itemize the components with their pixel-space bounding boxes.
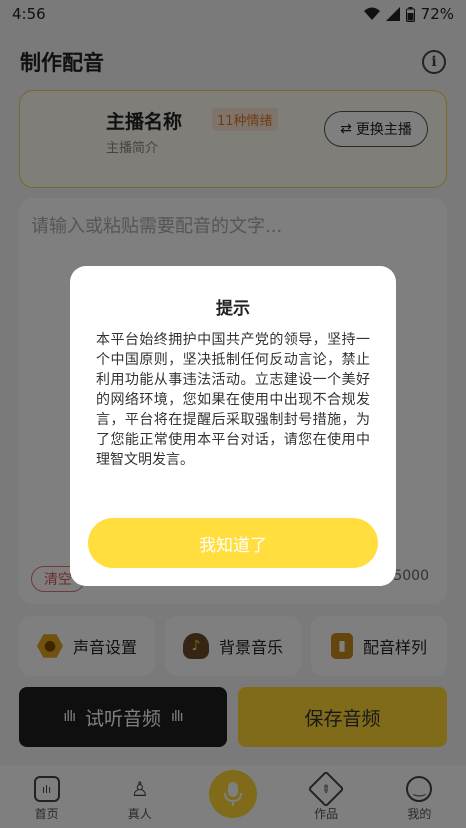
acknowledge-button[interactable]: 我知道了 (88, 518, 378, 568)
dialog-title: 提示 (216, 299, 250, 319)
dialog-body: 本平台始终拥护中国共产党的领导，坚持一个中国原则，坚决抵制任何反动言论，禁止利用… (96, 332, 370, 468)
notice-dialog: 提示 本平台始终拥护中国共产党的领导，坚持一个中国原则，坚决抵制任何反动言论，禁… (70, 266, 396, 586)
acknowledge-label: 我知道了 (199, 535, 267, 556)
